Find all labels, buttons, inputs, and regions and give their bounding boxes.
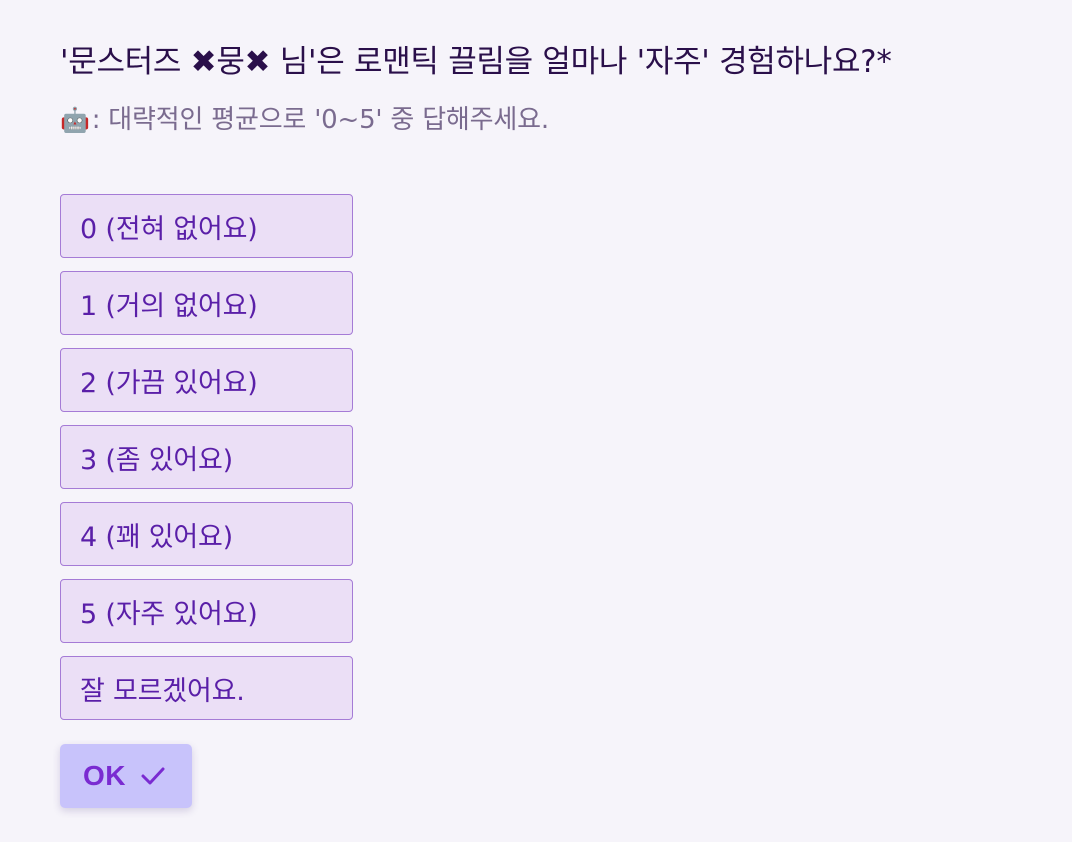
option-label: 잘 모르겠어요. [80,675,245,707]
option-label: 4 (꽤 있어요) [80,521,233,553]
hint-text: : 대략적인 평균으로 '0~5' 중 답해주세요. [91,105,549,135]
ok-button[interactable]: OK [60,744,192,808]
option-2[interactable]: 2 (가끔 있어요) [60,348,353,412]
question-title: '문스터즈 ✖뭉✖ 님'은 로맨틱 끌림을 얼마나 '자주' 경험하나요?* [60,44,892,80]
robot-icon: 🤖 [60,106,90,134]
answer-options: 0 (전혀 없어요) 1 (거의 없어요) 2 (가끔 있어요) 3 (좀 있어… [60,194,353,733]
ok-label: OK [83,760,126,791]
option-label: 3 (좀 있어요) [80,444,233,476]
option-label: 1 (거의 없어요) [80,290,258,322]
option-4[interactable]: 4 (꽤 있어요) [60,502,353,566]
question-hint: 🤖: 대략적인 평균으로 '0~5' 중 답해주세요. [60,98,549,142]
option-label: 0 (전혀 없어요) [80,213,258,245]
option-0[interactable]: 0 (전혀 없어요) [60,194,353,258]
option-unsure[interactable]: 잘 모르겠어요. [60,656,353,720]
option-5[interactable]: 5 (자주 있어요) [60,579,353,643]
option-label: 5 (자주 있어요) [80,598,258,630]
check-icon [140,765,166,787]
option-label: 2 (가끔 있어요) [80,367,258,399]
option-1[interactable]: 1 (거의 없어요) [60,271,353,335]
option-3[interactable]: 3 (좀 있어요) [60,425,353,489]
